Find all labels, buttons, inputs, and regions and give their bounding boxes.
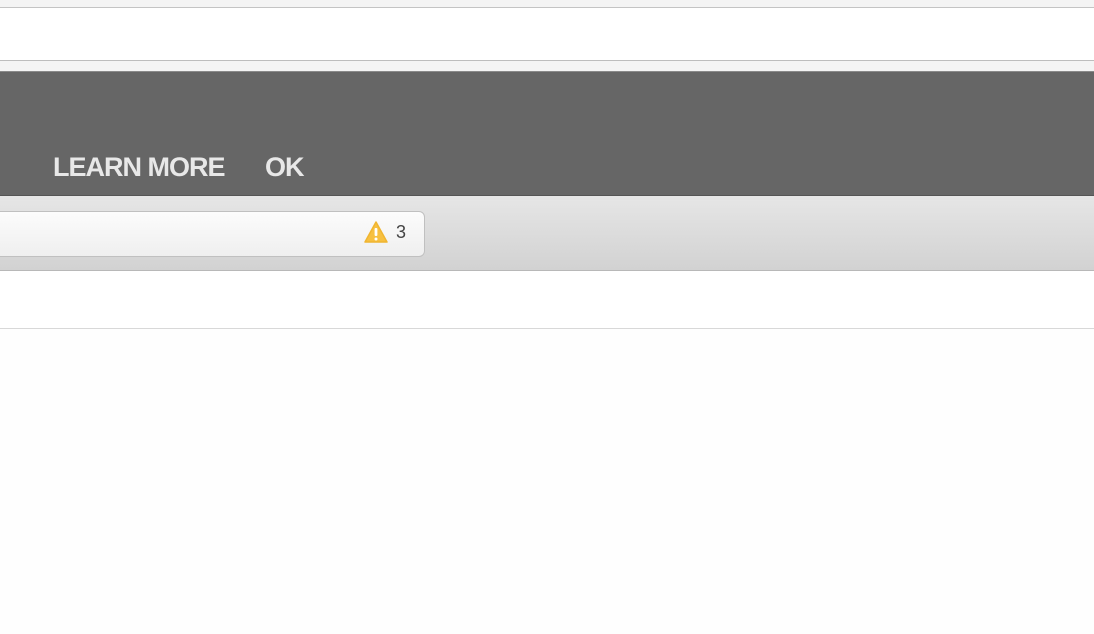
top-strip	[0, 0, 1094, 8]
ok-button[interactable]: OK	[265, 152, 304, 183]
address-field[interactable]	[0, 211, 425, 257]
notification-banner: LEARN MORE OK	[0, 72, 1094, 196]
separator-strip	[0, 61, 1094, 72]
learn-more-button[interactable]: LEARN MORE	[53, 152, 225, 183]
header-bar	[0, 8, 1094, 61]
warning-triangle-icon[interactable]	[364, 221, 388, 243]
content-area	[0, 329, 1094, 634]
toolbar	[0, 196, 1094, 271]
warning-count[interactable]: 3	[396, 222, 406, 243]
secondary-bar	[0, 271, 1094, 329]
